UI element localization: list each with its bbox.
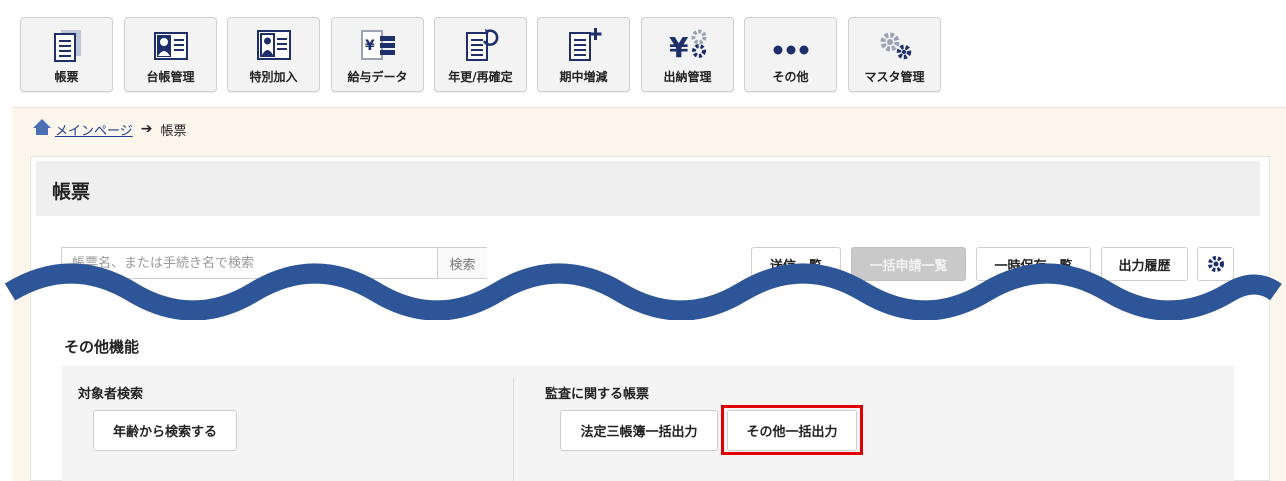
bulk-output-statutory-ledgers-button[interactable]: 法定三帳簿一括出力: [560, 410, 718, 451]
wavy-cut-divider: [4, 263, 1282, 320]
toolbar-button-annual-update[interactable]: 年更/再確定: [434, 17, 527, 92]
toolbar-label: 帳票: [54, 70, 79, 84]
toolbar-button-other[interactable]: その他: [744, 17, 837, 92]
toolbar-button-payroll-data[interactable]: ¥ 給与データ: [331, 17, 424, 92]
breadcrumb-current: 帳票: [160, 123, 187, 139]
yen-gear-icon: ¥: [642, 27, 733, 63]
document-refresh-icon: [435, 27, 526, 63]
toolbar-button-master-management[interactable]: マスタ管理: [848, 17, 941, 92]
svg-text:¥: ¥: [669, 31, 689, 63]
audit-forms-heading: 監査に関する帳票: [545, 387, 650, 402]
toolbar-button-ledger[interactable]: 台帳管理: [124, 17, 217, 92]
id-card-icon: [125, 27, 216, 63]
home-icon[interactable]: [32, 118, 52, 140]
highlight-box: [721, 405, 863, 455]
breadcrumb-arrow-icon: ➔: [140, 121, 153, 137]
breadcrumb: メインページ ➔ 帳票: [32, 118, 187, 140]
toolbar-button-midterm-change[interactable]: 期中増減: [537, 17, 630, 92]
toolbar-button-special-enrollment[interactable]: 特別加入: [227, 17, 320, 92]
page-title: 帳票: [52, 181, 91, 203]
breadcrumb-home-link[interactable]: メインページ: [55, 120, 133, 139]
toolbar-button-cash-management[interactable]: ¥ 出納管理: [641, 17, 734, 92]
toolbar-label: その他: [772, 70, 809, 84]
other-functions-title: その他機能: [64, 338, 140, 356]
toolbar-label: マスタ管理: [864, 70, 925, 84]
toolbar-label: 特別加入: [249, 70, 298, 84]
toolbar-label: 給与データ: [347, 70, 408, 84]
toolbar-label: 出納管理: [663, 70, 712, 84]
more-dots-icon: [745, 27, 836, 63]
gears-icon: [849, 27, 940, 63]
toolbar-label: 年更/再確定: [448, 70, 513, 84]
toolbar-label: 期中増減: [559, 70, 608, 84]
column-divider: [513, 378, 514, 481]
page-title-bar: 帳票: [36, 161, 1260, 216]
toolbar-button-forms[interactable]: 帳票: [20, 17, 113, 92]
svg-text:¥: ¥: [365, 38, 375, 54]
person-card-icon: [228, 27, 319, 63]
document-list-icon: [21, 27, 112, 63]
target-search-heading: 対象者検索: [78, 387, 144, 402]
toolbar-label: 台帳管理: [146, 70, 195, 84]
yen-data-icon: ¥: [332, 27, 423, 63]
search-by-age-button[interactable]: 年齢から検索する: [93, 410, 237, 451]
document-plus-icon: [538, 27, 629, 63]
